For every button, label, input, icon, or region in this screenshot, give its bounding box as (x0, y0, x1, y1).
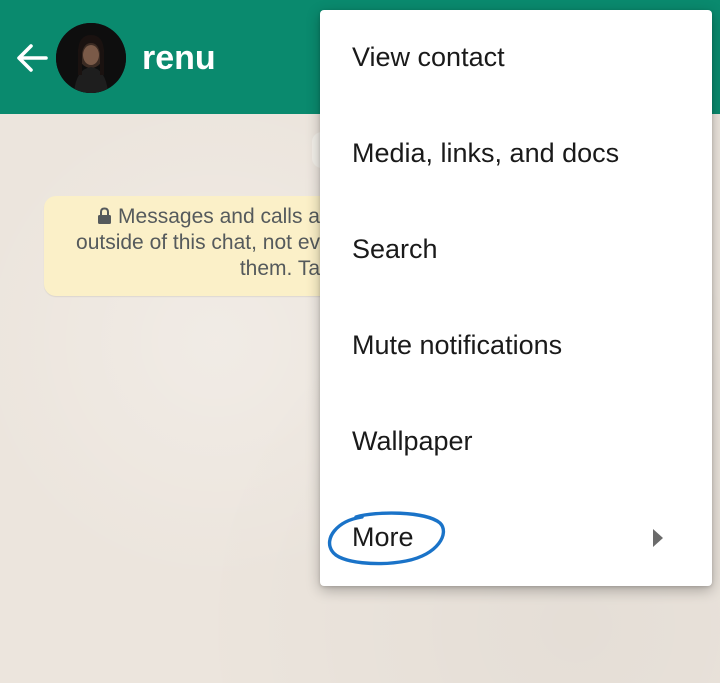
encryption-notice-text: Messages and calls a outside of this cha… (44, 204, 320, 282)
menu-item-mute-notifications[interactable]: Mute notifications (320, 298, 712, 394)
menu-item-label: More (352, 522, 414, 552)
avatar[interactable] (56, 23, 126, 93)
encryption-notice-line-3: them. Ta (239, 257, 320, 280)
menu-item-media-links-docs[interactable]: Media, links, and docs (320, 106, 712, 202)
menu-item-view-contact[interactable]: View contact (320, 10, 712, 106)
arrow-left-icon (17, 44, 48, 72)
back-button[interactable] (12, 38, 52, 78)
encryption-notice-line-1-text: Messages and calls a (118, 205, 320, 228)
menu-item-label: Search (352, 234, 438, 264)
menu-item-label: Wallpaper (352, 426, 473, 456)
overflow-menu: View contact Media, links, and docs Sear… (320, 10, 712, 586)
lock-icon (98, 207, 112, 224)
menu-item-label: View contact (352, 42, 505, 72)
menu-item-label: Mute notifications (352, 330, 563, 360)
encryption-notice[interactable]: Messages and calls a outside of this cha… (44, 196, 364, 296)
contact-name[interactable]: renu (142, 38, 216, 78)
submenu-arrow-icon (653, 529, 663, 547)
encryption-notice-line-2: outside of this chat, not ev (76, 231, 320, 254)
encryption-notice-line-1: Messages and calls a (44, 204, 320, 230)
menu-item-label: Media, links, and docs (352, 138, 620, 168)
menu-item-search[interactable]: Search (320, 202, 712, 298)
menu-item-wallpaper[interactable]: Wallpaper (320, 394, 712, 490)
menu-item-more[interactable]: More (320, 490, 712, 586)
contact-avatar-image (56, 23, 126, 93)
